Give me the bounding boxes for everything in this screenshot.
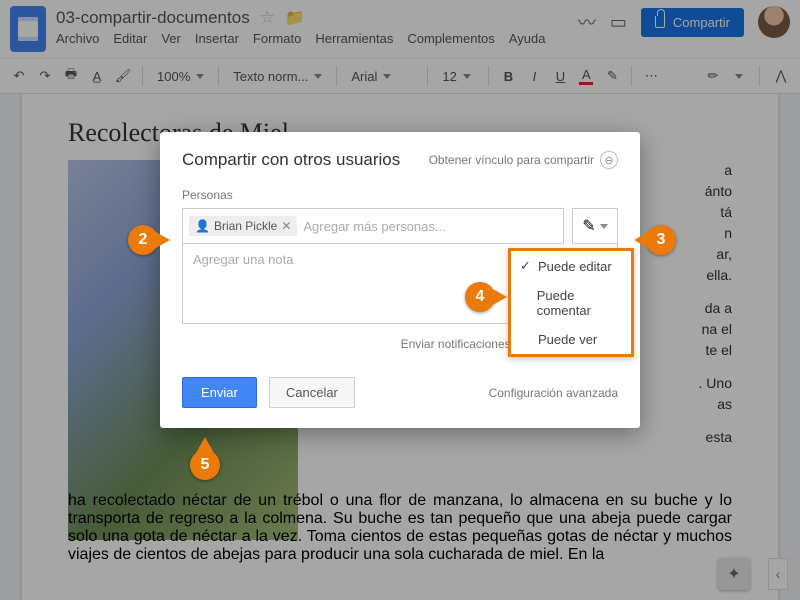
chevron-down-icon bbox=[600, 224, 608, 229]
permission-button[interactable]: ✎ bbox=[572, 208, 618, 244]
person-icon: 👤 bbox=[195, 219, 210, 233]
people-label: Personas bbox=[182, 188, 618, 202]
person-chip-name: Brian Pickle bbox=[214, 219, 277, 233]
send-button[interactable]: Enviar bbox=[182, 377, 257, 408]
advanced-link[interactable]: Configuración avanzada bbox=[489, 386, 618, 400]
perm-option-view[interactable]: Puede ver bbox=[511, 325, 631, 354]
people-placeholder: Agregar más personas... bbox=[303, 219, 557, 234]
person-chip[interactable]: 👤 Brian Pickle ✕ bbox=[189, 216, 297, 236]
link-icon: ⊖ bbox=[600, 151, 618, 169]
perm-option-comment[interactable]: Puede comentar bbox=[511, 281, 631, 325]
share-dialog-title: Compartir con otros usuarios bbox=[182, 150, 400, 170]
get-shareable-link[interactable]: Obtener vínculo para compartir ⊖ bbox=[429, 151, 618, 169]
pencil-icon: ✎ bbox=[582, 216, 595, 236]
permission-menu: ✓Puede editar Puede comentar Puede ver bbox=[508, 248, 634, 357]
perm-option-edit[interactable]: ✓Puede editar bbox=[511, 251, 631, 281]
cancel-button[interactable]: Cancelar bbox=[269, 377, 355, 408]
remove-chip-icon[interactable]: ✕ bbox=[281, 219, 291, 233]
people-input[interactable]: 👤 Brian Pickle ✕ Agregar más personas... bbox=[182, 208, 564, 244]
